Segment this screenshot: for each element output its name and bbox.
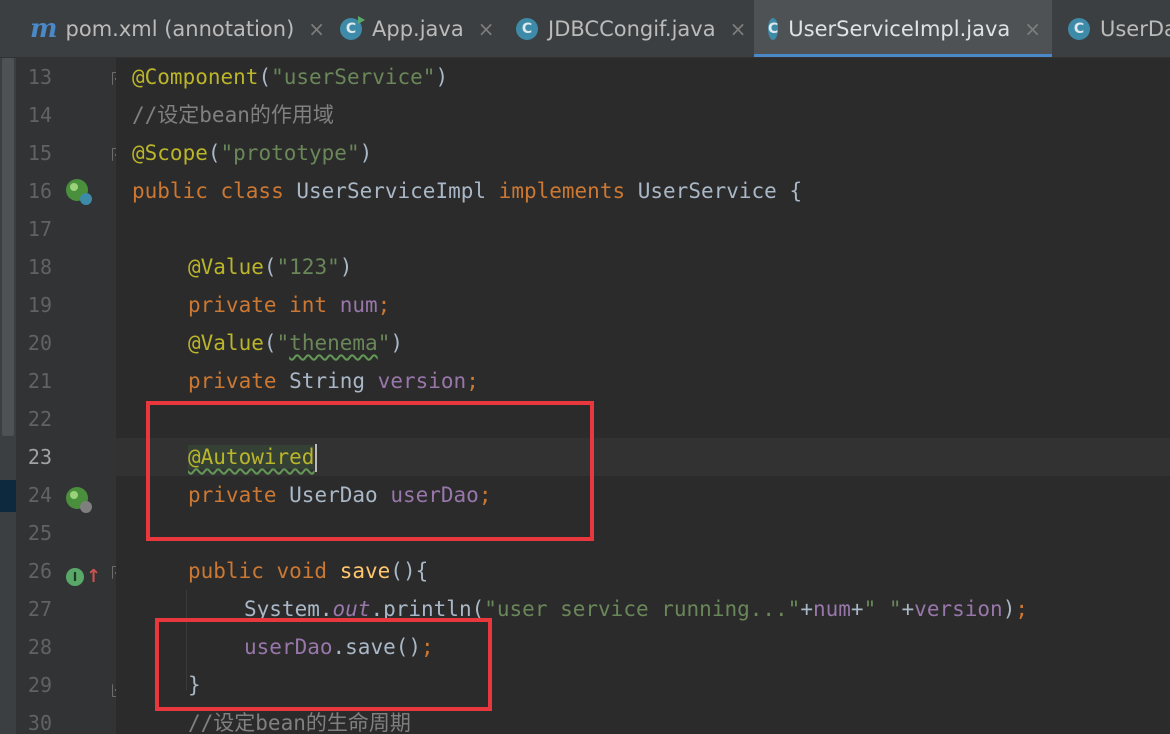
code-line-28: userDao.save(); <box>244 635 434 659</box>
line-number: 29 <box>27 673 52 697</box>
code-line-27: System.out.println("user service running… <box>244 597 1028 621</box>
implements-method-icon[interactable]: I ↑ <box>66 566 101 587</box>
line-number: 24 <box>27 483 52 507</box>
typo-warning: thenema <box>289 331 378 355</box>
current-line-marker <box>0 480 16 512</box>
code-line-29: } <box>188 673 201 697</box>
scrollbar-thumb[interactable] <box>2 58 14 436</box>
close-icon[interactable]: × <box>308 17 325 41</box>
line-number-current: 23 <box>27 445 52 469</box>
maven-icon: m <box>30 13 58 44</box>
arrow-up-icon: ↑ <box>86 566 102 587</box>
code-line-19: private int num; <box>188 293 391 317</box>
line-number: 16 <box>27 179 52 203</box>
code-line-26: public void save(){ <box>188 559 429 583</box>
code-line-18: @Value("123") <box>188 255 353 279</box>
code-line-14: //设定bean的作用域 <box>132 103 334 127</box>
spring-autowired-icon[interactable] <box>66 487 92 513</box>
text-caret <box>315 444 318 472</box>
line-number: 28 <box>27 635 52 659</box>
left-tool-strip <box>0 58 16 734</box>
code-line-23-current: @Autowired <box>116 438 1170 476</box>
code-line-16: public class UserServiceImpl implements … <box>132 179 803 203</box>
line-number: 30 <box>27 711 52 734</box>
line-number: 15 <box>27 141 52 165</box>
line-number: 14 <box>27 103 52 127</box>
ide-window: m pom.xml (annotation) × C App.java × C … <box>0 0 1170 734</box>
tab-userdao[interactable]: C UserDa <box>1068 0 1170 57</box>
line-number: 20 <box>27 331 52 355</box>
java-class-icon: C <box>1068 17 1090 40</box>
close-icon[interactable]: × <box>1024 17 1041 41</box>
java-class-icon: C <box>768 17 779 40</box>
line-number: 21 <box>27 369 52 393</box>
line-number: 18 <box>27 255 52 279</box>
line-number: 19 <box>27 293 52 317</box>
code-line-30: //设定bean的生命周期 <box>188 711 411 734</box>
tab-label: pom.xml (annotation) <box>65 16 295 41</box>
tab-label: App.java <box>372 16 464 41</box>
tab-pom-xml[interactable]: m pom.xml (annotation) × <box>30 0 325 57</box>
code-editor[interactable]: @Component("userService") //设定bean的作用域 @… <box>116 58 1170 734</box>
line-number: 17 <box>27 217 52 241</box>
line-number: 27 <box>27 597 52 621</box>
tab-label: UserServiceImpl.java <box>788 16 1011 41</box>
tab-label: UserDa <box>1100 16 1170 41</box>
bean-badge-icon <box>80 193 92 205</box>
line-number: 22 <box>27 407 52 431</box>
navigate-arrow-icon <box>80 501 92 513</box>
tab-label: JDBCCongif.java <box>548 16 716 41</box>
line-number: 26 <box>27 559 52 583</box>
code-line-21: private String version; <box>188 369 479 393</box>
code-line-24: private UserDao userDao; <box>188 483 492 507</box>
tab-jdbccongif-java[interactable]: C JDBCCongif.java × <box>516 0 746 57</box>
line-number: 25 <box>27 521 52 545</box>
spring-bean-icon[interactable] <box>66 179 92 205</box>
line-number: 13 <box>27 65 52 89</box>
close-icon[interactable]: × <box>478 17 495 41</box>
code-line-20: @Value("thenema") <box>188 331 403 355</box>
tab-userserviceimpl-java[interactable]: C UserServiceImpl.java × <box>754 0 1052 57</box>
editor-gutter[interactable]: 13 14 15 16 17 18 19 20 21 22 23 24 25 2… <box>16 58 124 734</box>
java-class-icon: C <box>516 17 538 40</box>
tab-app-java[interactable]: C App.java × <box>340 0 494 57</box>
code-line-13: @Component("userService") <box>132 65 449 89</box>
close-icon[interactable]: × <box>730 17 747 41</box>
code-line-15: @Scope("prototype") <box>132 141 373 165</box>
java-class-runnable-icon: C <box>340 15 365 40</box>
editor-tab-bar: m pom.xml (annotation) × C App.java × C … <box>0 0 1170 58</box>
